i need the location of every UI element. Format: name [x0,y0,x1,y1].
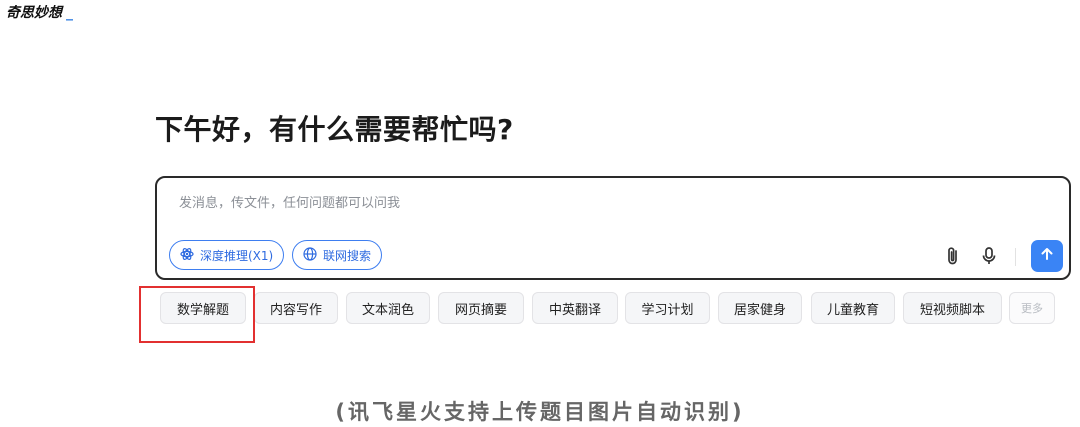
web-search-label: 联网搜索 [323,248,372,263]
caption-text: (讯飞星火支持上传题目图片自动识别) [335,400,745,424]
greeting-heading: 下午好，有什么需要帮忙吗? [155,113,514,146]
paperclip-icon[interactable] [941,244,965,268]
text-cursor: _ [66,5,73,21]
highlight-box [139,286,255,343]
deep-reasoning-toggle[interactable]: 深度推理(X1) [169,240,285,270]
message-input-placeholder[interactable]: 发消息，传文件，任何问题都可以问我 [179,192,400,211]
toolbar-divider [1015,248,1016,266]
chip-more[interactable]: 更多 [1009,292,1055,324]
chip-text-polish[interactable]: 文本润色 [346,292,430,324]
message-composer[interactable]: 发消息，传文件，任何问题都可以问我 深度推理(X1) 联网搜索 [155,176,1071,280]
chip-short-video-script[interactable]: 短视频脚本 [903,292,1002,324]
brand-title-text: 奇思妙想 [6,5,62,21]
chip-web-summary[interactable]: 网页摘要 [438,292,524,324]
microphone-icon[interactable] [977,244,1001,268]
arrow-up-icon [1039,246,1055,267]
chip-translation[interactable]: 中英翻译 [532,292,618,324]
deep-reasoning-label: 深度推理(X1) [200,248,274,263]
atom-icon [180,247,194,264]
web-search-toggle[interactable]: 联网搜索 [292,240,383,270]
send-button[interactable] [1031,240,1063,272]
chip-child-education[interactable]: 儿童教育 [811,292,895,324]
globe-icon [303,246,317,264]
chip-home-fitness[interactable]: 居家健身 [718,292,802,324]
brand-title: 奇思妙想 _ [6,2,73,22]
chip-content-writing[interactable]: 内容写作 [254,292,338,324]
chip-study-plan[interactable]: 学习计划 [625,292,710,324]
